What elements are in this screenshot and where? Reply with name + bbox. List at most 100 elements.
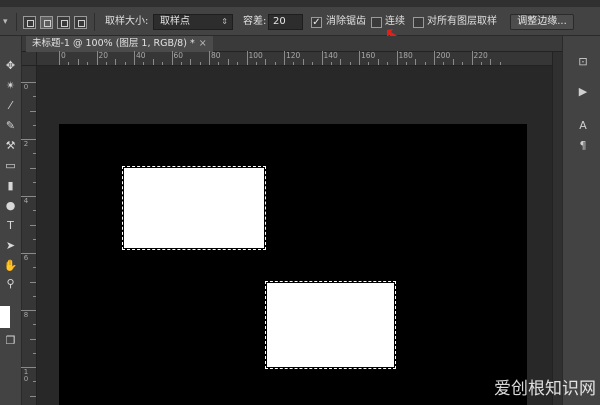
eyedropper-icon[interactable]: ⁄: [2, 97, 19, 115]
ruler-tick: [33, 267, 36, 269]
ruler-tick: [396, 51, 398, 65]
screen-mode-icon[interactable]: ❐: [2, 332, 19, 350]
gradient-icon[interactable]: ▮: [2, 177, 19, 195]
ruler-tick: [30, 224, 36, 226]
ruler-tick: [152, 59, 154, 65]
ruler-tick: [30, 281, 36, 283]
ruler-tick: [30, 110, 36, 112]
menu-bar: [0, 0, 600, 7]
document-tab[interactable]: 未标题-1 @ 100% (图层 1, RGB/8) * ×: [26, 36, 213, 52]
ruler-tick: [405, 62, 407, 65]
canvas-workspace[interactable]: [37, 66, 552, 405]
ruler-tick: [321, 51, 323, 65]
eraser-icon[interactable]: ▭: [2, 157, 19, 175]
document-tab-title: 未标题-1 @ 100% (图层 1, RGB/8) *: [32, 38, 195, 49]
brush-icon[interactable]: ✎: [2, 117, 19, 135]
sample-all-layers-checkbox[interactable]: [413, 17, 424, 28]
ruler-tick: [33, 96, 36, 98]
magic-wand-icon[interactable]: ✴: [2, 77, 19, 95]
ruler-label: 80: [211, 51, 221, 60]
watermark-text: 爱创根知识网: [494, 379, 596, 399]
ruler-tick: [284, 51, 285, 65]
ruler-tick: [33, 295, 36, 297]
ruler-tick: [368, 62, 370, 65]
ruler-label: 220: [473, 51, 488, 60]
ruler-label: 8: [23, 311, 29, 319]
ruler-tick: [115, 59, 117, 65]
white-rectangle-selected[interactable]: [122, 166, 266, 250]
paragraph-icon[interactable]: ¶: [573, 138, 593, 154]
ruler-tick: [33, 181, 36, 183]
horizontal-ruler[interactable]: 0 20 40 60 80 100 120 140 160 180 200 220: [37, 51, 552, 66]
ruler-tick: [274, 62, 276, 65]
tolerance-input[interactable]: 20: [268, 14, 303, 30]
zoom-icon[interactable]: ⚲: [2, 275, 19, 293]
stamp-icon[interactable]: ⚒: [2, 137, 19, 155]
ruler-label: 4: [23, 197, 29, 205]
ruler-tick: [124, 62, 126, 65]
contiguous-checkbox[interactable]: [371, 17, 382, 28]
ruler-tick: [377, 59, 379, 65]
ruler-label: 0: [61, 51, 66, 60]
ruler-label: 200: [436, 51, 451, 60]
sample-size-select[interactable]: 取样点 ⇕: [153, 14, 233, 30]
sample-all-layers-label: 对所有图层取样: [427, 16, 497, 27]
ruler-tick: [471, 51, 473, 65]
ruler-tick: [33, 153, 36, 155]
ruler-tick: [87, 62, 89, 65]
options-bar: ▾ 取样大小: 取样点 ⇕ 容差: 20 ✓ 消除锯齿 连续 对所有图层取样 调…: [0, 7, 600, 36]
ruler-tick: [218, 62, 220, 65]
ruler-origin[interactable]: [22, 52, 37, 66]
pen-icon[interactable]: ●: [2, 197, 19, 215]
path-select-icon[interactable]: ➤: [2, 237, 19, 255]
antialias-label: 消除锯齿: [326, 16, 366, 27]
vertical-ruler[interactable]: 0246810: [21, 66, 37, 405]
ruler-label: 60: [173, 51, 184, 60]
ruler-tick: [30, 167, 36, 169]
subtract-from-selection-button[interactable]: [57, 16, 70, 29]
new-selection-button[interactable]: [23, 16, 36, 29]
ruler-label: 2: [23, 140, 29, 148]
ruler-tick: [162, 62, 164, 65]
color-swatch[interactable]: [0, 306, 10, 328]
ruler-tick: [349, 62, 351, 65]
ruler-tick: [237, 62, 239, 65]
ruler-tick: [33, 352, 36, 354]
ruler-tick: [180, 62, 182, 65]
ruler-tick: [265, 59, 267, 65]
ruler-tick: [30, 395, 36, 397]
antialias-checkbox[interactable]: ✓: [311, 17, 322, 28]
sample-size-label: 取样大小:: [105, 16, 149, 27]
ruler-tick: [190, 59, 192, 65]
character-icon[interactable]: A: [573, 118, 593, 134]
ruler-tick: [68, 62, 70, 65]
ruler-label: 160: [361, 51, 376, 60]
white-rectangle-selected[interactable]: [265, 281, 396, 369]
ruler-tick: [434, 51, 435, 65]
close-icon[interactable]: ×: [199, 38, 207, 49]
move-icon[interactable]: ✥: [2, 57, 19, 75]
add-to-selection-button[interactable]: [40, 16, 53, 29]
document-canvas[interactable]: [59, 124, 527, 405]
ruler-tick: [255, 62, 257, 65]
ruler-label: 100: [248, 51, 263, 60]
hand-icon[interactable]: ✋: [2, 257, 19, 275]
ruler-tick: [33, 381, 36, 383]
ruler-tick: [33, 210, 36, 212]
actions-icon[interactable]: ▶: [573, 84, 593, 100]
ruler-tick: [302, 59, 304, 65]
refine-edge-button[interactable]: 调整边缘...: [510, 14, 574, 30]
intersect-selection-button[interactable]: [74, 16, 87, 29]
ruler-tick: [359, 51, 360, 65]
vertical-scrollbar[interactable]: [552, 52, 562, 405]
ruler-tick: [499, 62, 501, 65]
history-icon[interactable]: ⊡: [573, 54, 593, 70]
ruler-tick: [33, 124, 36, 126]
text-icon[interactable]: T: [2, 217, 19, 235]
ruler-tick: [143, 62, 145, 65]
ruler-tick: [246, 51, 248, 65]
tool-preset-icon[interactable]: ▾: [3, 16, 13, 28]
ruler-tick: [424, 62, 426, 65]
separator: [16, 13, 17, 31]
ruler-tick: [340, 59, 342, 65]
